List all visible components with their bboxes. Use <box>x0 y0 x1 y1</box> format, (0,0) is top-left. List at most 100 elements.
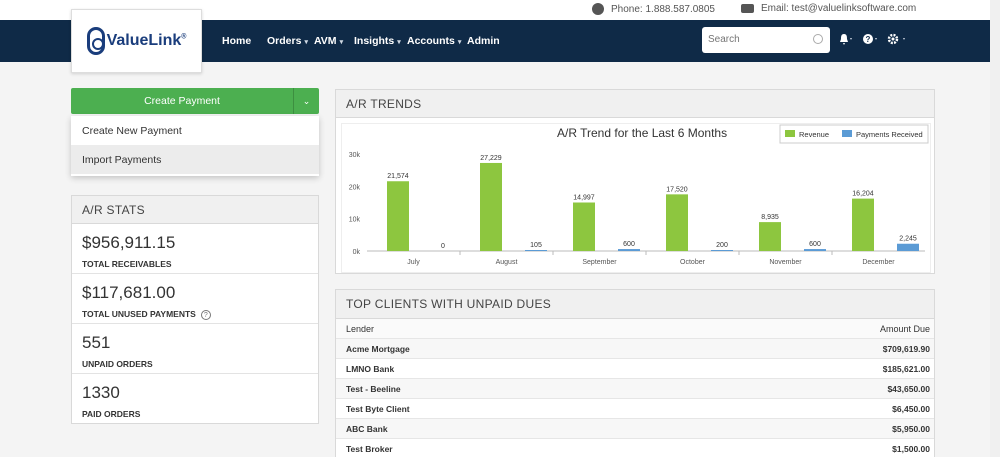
ar-trend-chart-svg: A/R Trend for the Last 6 Months Revenue Pa… <box>349 124 929 266</box>
data-label: 16,204 <box>852 191 874 198</box>
x-tick-label: August <box>496 259 518 266</box>
nav-avm-label: AVM <box>314 35 337 47</box>
data-label: 600 <box>623 241 635 248</box>
stat-paid-orders: 1330 PAID ORDERS <box>72 374 318 424</box>
bar-payments-october <box>711 250 733 251</box>
legend-swatch-1 <box>842 130 852 137</box>
legend-label-0: Revenue <box>799 130 829 139</box>
bar-payments-september <box>618 249 640 251</box>
column-header-amount-due[interactable]: Amount Due <box>880 324 930 334</box>
bar-revenue-october <box>666 194 688 251</box>
menu-item-import-payments[interactable]: Import Payments <box>71 145 319 174</box>
chain-link-icon <box>86 27 105 55</box>
data-label: 14,997 <box>573 195 595 202</box>
amount-due-cell: $709,619.90 <box>882 343 930 354</box>
bar-revenue-november <box>759 222 781 251</box>
lender-cell[interactable]: Test Byte Client <box>346 404 410 414</box>
amount-due-cell: $6,450.00 <box>892 403 930 414</box>
y-tick-label: 10k <box>349 217 361 224</box>
lender-cell[interactable]: Test Broker <box>346 444 393 454</box>
chevron-down-icon: ▾ <box>304 39 308 46</box>
nav-insights[interactable]: Insights ▾ <box>354 35 401 47</box>
ar-trends-panel: A/R TRENDS A/R Trend for the Last 6 Mont… <box>335 89 935 274</box>
chevron-down-icon: ▾ <box>339 39 344 46</box>
search-icon[interactable] <box>813 34 823 44</box>
create-payment-dropdown-toggle[interactable]: ⌄ <box>293 88 319 114</box>
table-row[interactable]: ABC Bank $5,950.00 <box>336 419 934 439</box>
nav-home-label: Home <box>222 35 252 47</box>
chart-title: A/R Trend for the Last 6 Months <box>557 126 727 140</box>
search-box <box>702 27 830 53</box>
bar-revenue-august <box>480 162 502 251</box>
lender-cell[interactable]: LMNO Bank <box>346 364 394 374</box>
help-circle-icon[interactable]: ? <box>200 310 211 320</box>
table-row[interactable]: LMNO Bank $185,621.00 <box>336 359 934 379</box>
page-scrollbar[interactable] <box>990 0 1000 457</box>
table-row[interactable]: Test Broker $1,500.00 <box>336 439 934 457</box>
x-tick-label: October <box>680 259 706 266</box>
y-tick-label: 30k <box>349 152 361 159</box>
nav-insights-label: Insights <box>354 35 395 47</box>
stat-label: TOTAL RECEIVABLES <box>82 259 172 269</box>
data-label: 27,229 <box>480 155 502 162</box>
lender-cell[interactable]: Test - Beeline <box>346 384 401 394</box>
create-payment-button[interactable]: Create Payment <box>71 88 293 114</box>
brand-name: ValueLink® <box>107 32 187 50</box>
nav-avm[interactable]: AVM ▾ <box>314 35 343 47</box>
nav-home[interactable]: Home <box>222 35 251 47</box>
menu-item-create-new-payment[interactable]: Create New Payment <box>71 116 319 145</box>
data-label: 0 <box>441 243 445 250</box>
ar-trend-chart: A/R Trend for the Last 6 Months Revenue Pa… <box>341 123 931 273</box>
stat-value: 1330 <box>82 383 120 402</box>
stat-label: TOTAL UNUSED PAYMENTS <box>82 309 196 319</box>
x-tick-label: December <box>862 259 895 266</box>
table-row[interactable]: Acme Mortgage $709,619.90 <box>336 339 934 359</box>
stat-total-receivables: $956,911.15 TOTAL RECEIVABLES <box>72 224 318 274</box>
help-icon[interactable]: ? <box>862 33 880 50</box>
create-payment-menu: Create New Payment Import Payments <box>71 116 319 176</box>
amount-due-cell: $43,650.00 <box>887 383 930 394</box>
data-label: 21,574 <box>387 173 409 180</box>
column-header-lender[interactable]: Lender <box>346 324 374 334</box>
table-row[interactable]: Test - Beeline $43,650.00 <box>336 379 934 399</box>
x-tick-label: September <box>582 259 617 266</box>
stat-unpaid-orders: 551 UNPAID ORDERS <box>72 324 318 374</box>
nav-accounts-label: Accounts <box>407 35 455 47</box>
top-clients-title: TOP CLIENTS WITH UNPAID DUES <box>336 290 934 319</box>
nav-admin-label: Admin <box>467 35 500 47</box>
table-header-row: Lender Amount Due <box>336 319 934 339</box>
stat-label: PAID ORDERS <box>82 409 141 419</box>
bar-payments-august <box>525 250 547 251</box>
legend-label-1: Payments Received <box>856 130 923 139</box>
data-label: 200 <box>716 242 728 249</box>
x-tick-label: July <box>407 259 420 266</box>
x-tick-label: November <box>769 259 802 266</box>
brand-text: ValueLink <box>106 32 182 49</box>
email-contact[interactable]: Email: test@valuelinksoftware.com <box>741 3 916 14</box>
svg-text:?: ? <box>866 35 871 44</box>
amount-due-cell: $5,950.00 <box>892 423 930 434</box>
lender-cell[interactable]: ABC Bank <box>346 424 388 434</box>
ar-stats-panel: A/R STATS $956,911.15 TOTAL RECEIVABLES … <box>71 195 319 424</box>
table-row[interactable]: Test Byte Client $6,450.00 <box>336 399 934 419</box>
notifications-bell-icon[interactable] <box>838 33 854 50</box>
bar-revenue-september <box>573 202 595 251</box>
stat-value: 551 <box>82 333 111 352</box>
email-text[interactable]: Email: test@valuelinksoftware.com <box>761 3 916 14</box>
ar-trends-title: A/R TRENDS <box>336 90 934 118</box>
data-label: 105 <box>530 242 542 249</box>
valuelink-logo[interactable]: ValueLink® <box>71 9 202 73</box>
search-input[interactable] <box>708 27 808 51</box>
nav-accounts[interactable]: Accounts ▾ <box>407 35 461 47</box>
phone-icon <box>592 3 604 15</box>
phone-text: Phone: 1.888.587.0805 <box>611 3 715 15</box>
bar-revenue-december <box>852 198 874 251</box>
amount-due-cell: $1,500.00 <box>892 443 930 454</box>
gear-icon[interactable] <box>886 33 908 50</box>
nav-orders[interactable]: Orders ▾ <box>267 35 308 47</box>
nav-orders-label: Orders <box>267 35 302 47</box>
nav-admin[interactable]: Admin <box>467 35 500 47</box>
lender-cell[interactable]: Acme Mortgage <box>346 344 410 354</box>
data-label: 17,520 <box>666 186 688 193</box>
bar-revenue-july <box>387 181 409 251</box>
